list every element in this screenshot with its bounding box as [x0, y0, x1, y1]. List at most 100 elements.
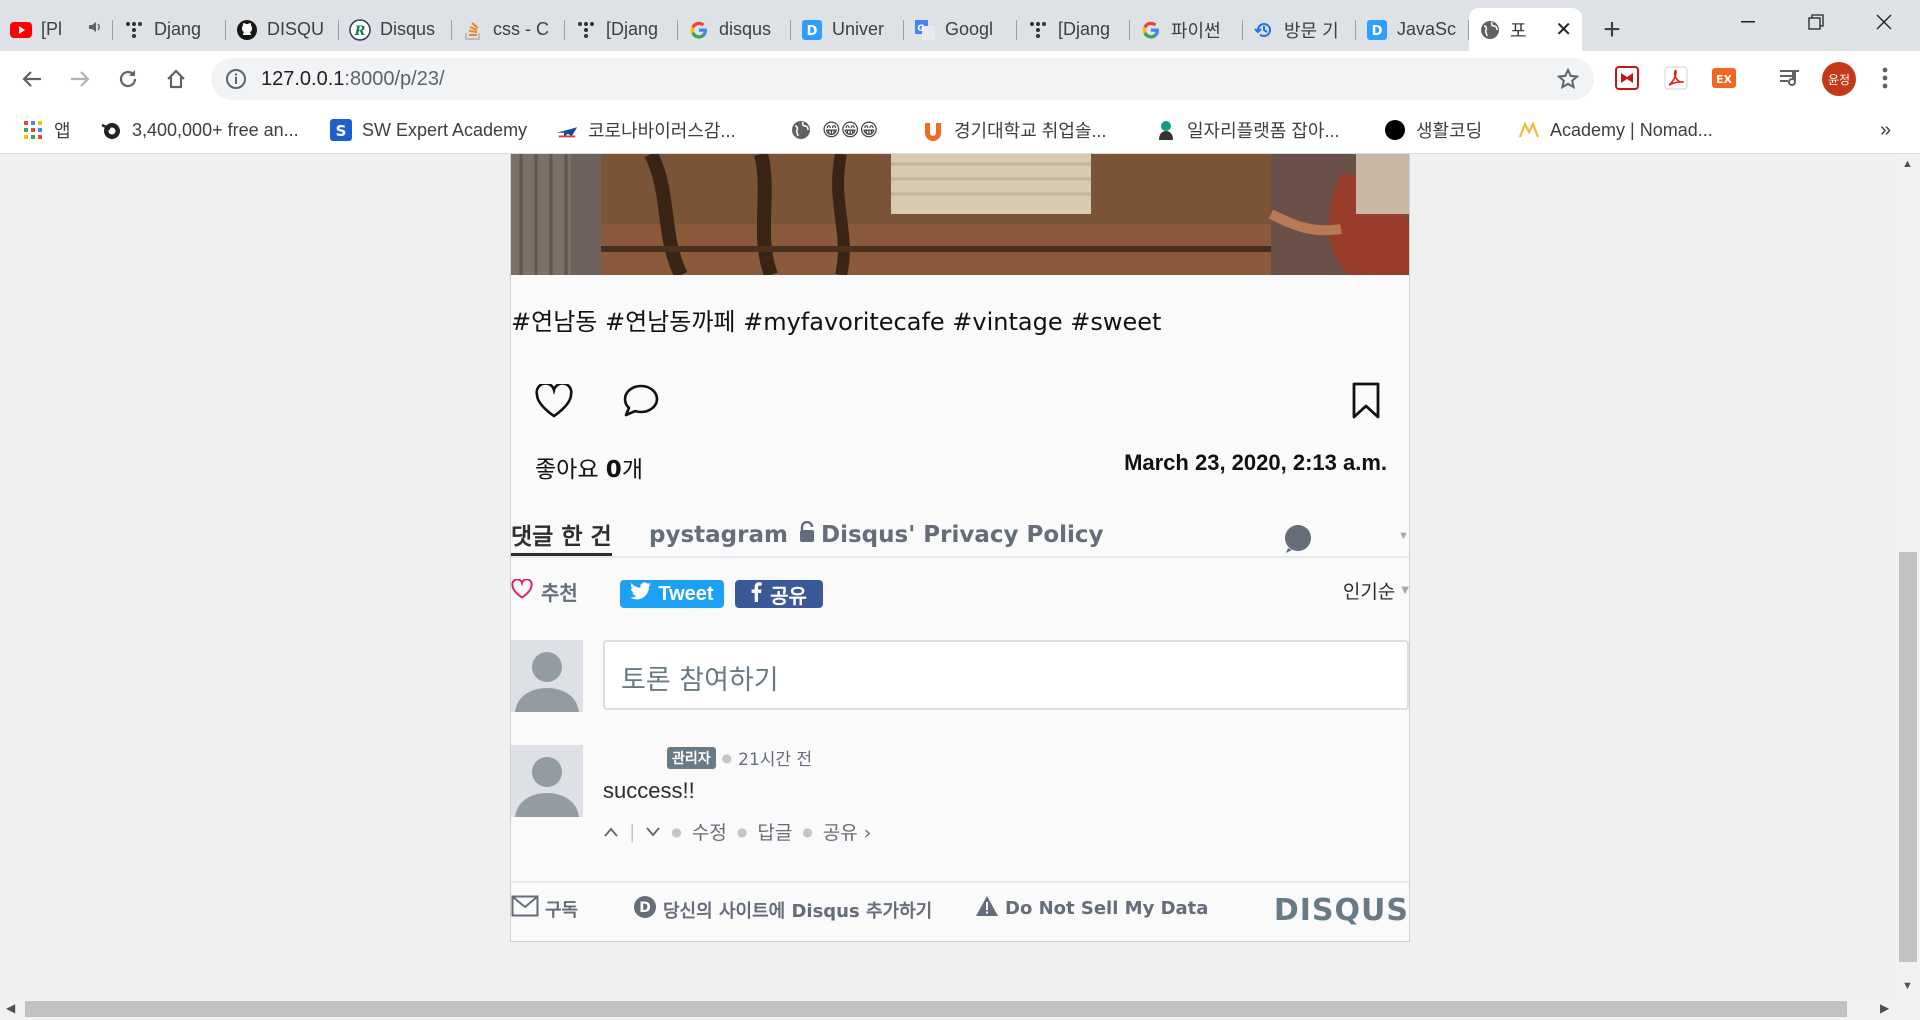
do-not-sell-label: Do Not Sell My Data	[1005, 898, 1209, 919]
media-control-icon[interactable]	[1775, 63, 1805, 93]
browser-tab[interactable]: Djang	[113, 8, 226, 51]
sort-label: 인기순	[1342, 581, 1396, 603]
info-icon[interactable]	[225, 68, 247, 95]
upvote-icon[interactable]	[603, 821, 619, 843]
restore-icon[interactable]	[1782, 0, 1850, 44]
comment-compose-input[interactable]: 토론 참여하기	[603, 640, 1409, 710]
jobplatform-icon	[1155, 119, 1177, 141]
share-link[interactable]: 공유 ›	[823, 818, 872, 845]
tweet-button[interactable]: Tweet	[620, 580, 724, 608]
comment-timestamp[interactable]: 21시간 전	[738, 745, 812, 770]
browser-tab[interactable]: DISQU	[226, 8, 339, 51]
home-button[interactable]	[156, 59, 196, 99]
bookmark-label: 앱	[54, 121, 71, 141]
bookmark-item[interactable]: 😁😁😁	[790, 117, 878, 143]
subscribe-link[interactable]: 구독	[511, 895, 578, 922]
browser-tab[interactable]: [Djang	[1017, 8, 1130, 51]
browser-tab[interactable]: disqus	[678, 8, 791, 51]
google-icon	[1140, 19, 1162, 41]
new-tab-button[interactable]: +	[1582, 8, 1642, 51]
vote-divider: |	[629, 820, 636, 843]
comment-bubble-icon[interactable]	[618, 378, 664, 424]
horizontal-scrollbar[interactable]: ◀ ▶	[0, 998, 1920, 1020]
reload-button[interactable]	[108, 59, 148, 99]
scroll-down-icon[interactable]: ▼	[1902, 980, 1913, 992]
tab-comments[interactable]: 댓글 한 건	[511, 514, 612, 556]
browser-tab[interactable]: 파이썬	[1130, 8, 1243, 51]
vertical-scrollbar[interactable]: ▲ ▼	[1896, 154, 1920, 998]
forward-button[interactable]	[60, 59, 100, 99]
action-dot: ●	[802, 824, 813, 839]
profile-avatar[interactable]: 윤정	[1822, 62, 1856, 96]
recommend-button[interactable]: 추천	[511, 577, 578, 606]
disqus-d-icon: D	[633, 895, 657, 924]
downvote-icon[interactable]	[645, 821, 661, 843]
bookmark-star-icon[interactable]	[1556, 67, 1580, 96]
bookmark-item[interactable]: 앱	[22, 117, 71, 143]
bookmark-item[interactable]: 코로나바이러스감...	[556, 117, 735, 143]
pdf-extension-icon[interactable]	[1661, 63, 1691, 93]
browser-tab[interactable]: D JavaSc	[1356, 8, 1469, 51]
tab-title: [Djang	[1058, 19, 1111, 39]
tab-strip: [Pl Djang DISQU R Disqus css - C [Djang …	[0, 0, 1920, 51]
avatar[interactable]	[511, 745, 583, 817]
horizontal-scroll-thumb[interactable]	[25, 1001, 1847, 1017]
browser-tab[interactable]: R Disqus	[339, 8, 452, 51]
back-button[interactable]	[12, 59, 52, 99]
scroll-left-icon[interactable]: ◀	[6, 1001, 15, 1015]
warning-icon	[975, 895, 999, 922]
url-text[interactable]: 127.0.0.1:8000/p/23/	[261, 68, 445, 91]
close-tab-icon[interactable]: ✕	[1555, 17, 1572, 42]
speaker-icon[interactable]	[87, 19, 103, 40]
ex-extension-icon[interactable]: EX	[1709, 63, 1739, 93]
disqus-logo[interactable]: DISQUS	[1274, 893, 1409, 928]
add-disqus-link[interactable]: D 당신의 사이트에 Disqus 추가하기	[633, 895, 932, 924]
tab-title: Djang	[154, 19, 202, 39]
svg-text:R: R	[354, 24, 366, 39]
bookmark-save-icon[interactable]	[1343, 378, 1389, 424]
more-bookmarks-button[interactable]: »	[1880, 117, 1891, 143]
tab-privacy-policy[interactable]: Disqus' Privacy Policy	[799, 514, 1104, 556]
notification-bubble-icon[interactable]	[1283, 524, 1313, 554]
bookmark-item[interactable]: 3,400,000+ free an...	[100, 117, 299, 143]
mcafee-extension-icon[interactable]	[1612, 63, 1642, 93]
browser-tab[interactable]: D Univer	[791, 8, 904, 51]
sort-dropdown[interactable]: 인기순 ▼	[1343, 577, 1409, 604]
browser-tab[interactable]: G Googl	[904, 8, 1017, 51]
do-not-sell-link[interactable]: Do Not Sell My Data	[975, 895, 1208, 922]
browser-tab[interactable]: [Djang	[565, 8, 678, 51]
tab-community[interactable]: pystagram	[649, 514, 788, 556]
translate-icon: G	[914, 19, 936, 41]
facebook-share-button[interactable]: 공유	[735, 580, 823, 608]
action-dot: ●	[736, 824, 748, 839]
bookmark-item[interactable]: 생활코딩	[1384, 117, 1482, 143]
reply-link[interactable]: 답글	[757, 818, 792, 845]
bookmark-item[interactable]: 경기대학교 취업솔...	[922, 117, 1106, 143]
bookmark-item[interactable]: S SW Expert Academy	[330, 117, 527, 143]
browser-tab-active[interactable]: 포 ✕	[1469, 8, 1582, 51]
bookmark-label: Academy | Nomad...	[1550, 119, 1713, 140]
black-circle-icon	[1384, 119, 1406, 141]
bookmark-item[interactable]: 일자리플랫폼 잡아...	[1155, 117, 1339, 143]
browser-tab[interactable]: 방문 기	[1243, 8, 1356, 51]
scroll-up-icon[interactable]: ▲	[1902, 158, 1913, 170]
bookmark-label: 경기대학교 취업솔...	[954, 121, 1107, 141]
vertical-scroll-thumb[interactable]	[1899, 552, 1917, 962]
avatar[interactable]	[511, 640, 583, 712]
close-window-icon[interactable]	[1850, 0, 1918, 44]
facebook-f-icon	[751, 581, 762, 607]
edit-link[interactable]: 수정	[692, 818, 727, 845]
chevron-down-icon[interactable]: ▼	[1398, 530, 1409, 542]
scroll-right-icon[interactable]: ▶	[1880, 1001, 1889, 1015]
browser-tab[interactable]: css - C	[452, 8, 565, 51]
add-disqus-label: 당신의 사이트에 Disqus 추가하기	[663, 900, 933, 922]
browser-tab[interactable]: [Pl	[0, 8, 113, 51]
blender-icon	[100, 119, 122, 141]
minimize-icon[interactable]	[1714, 0, 1782, 44]
address-bar[interactable]: 127.0.0.1:8000/p/23/	[211, 58, 1594, 100]
bookmark-item[interactable]: Academy | Nomad...	[1518, 117, 1713, 143]
like-heart-icon[interactable]	[531, 378, 577, 424]
disqus-nav: 댓글 한 건 pystagram Disqus' Privacy Policy …	[511, 504, 1409, 558]
django-icon	[1027, 19, 1049, 41]
kebab-menu-icon[interactable]	[1870, 63, 1900, 93]
